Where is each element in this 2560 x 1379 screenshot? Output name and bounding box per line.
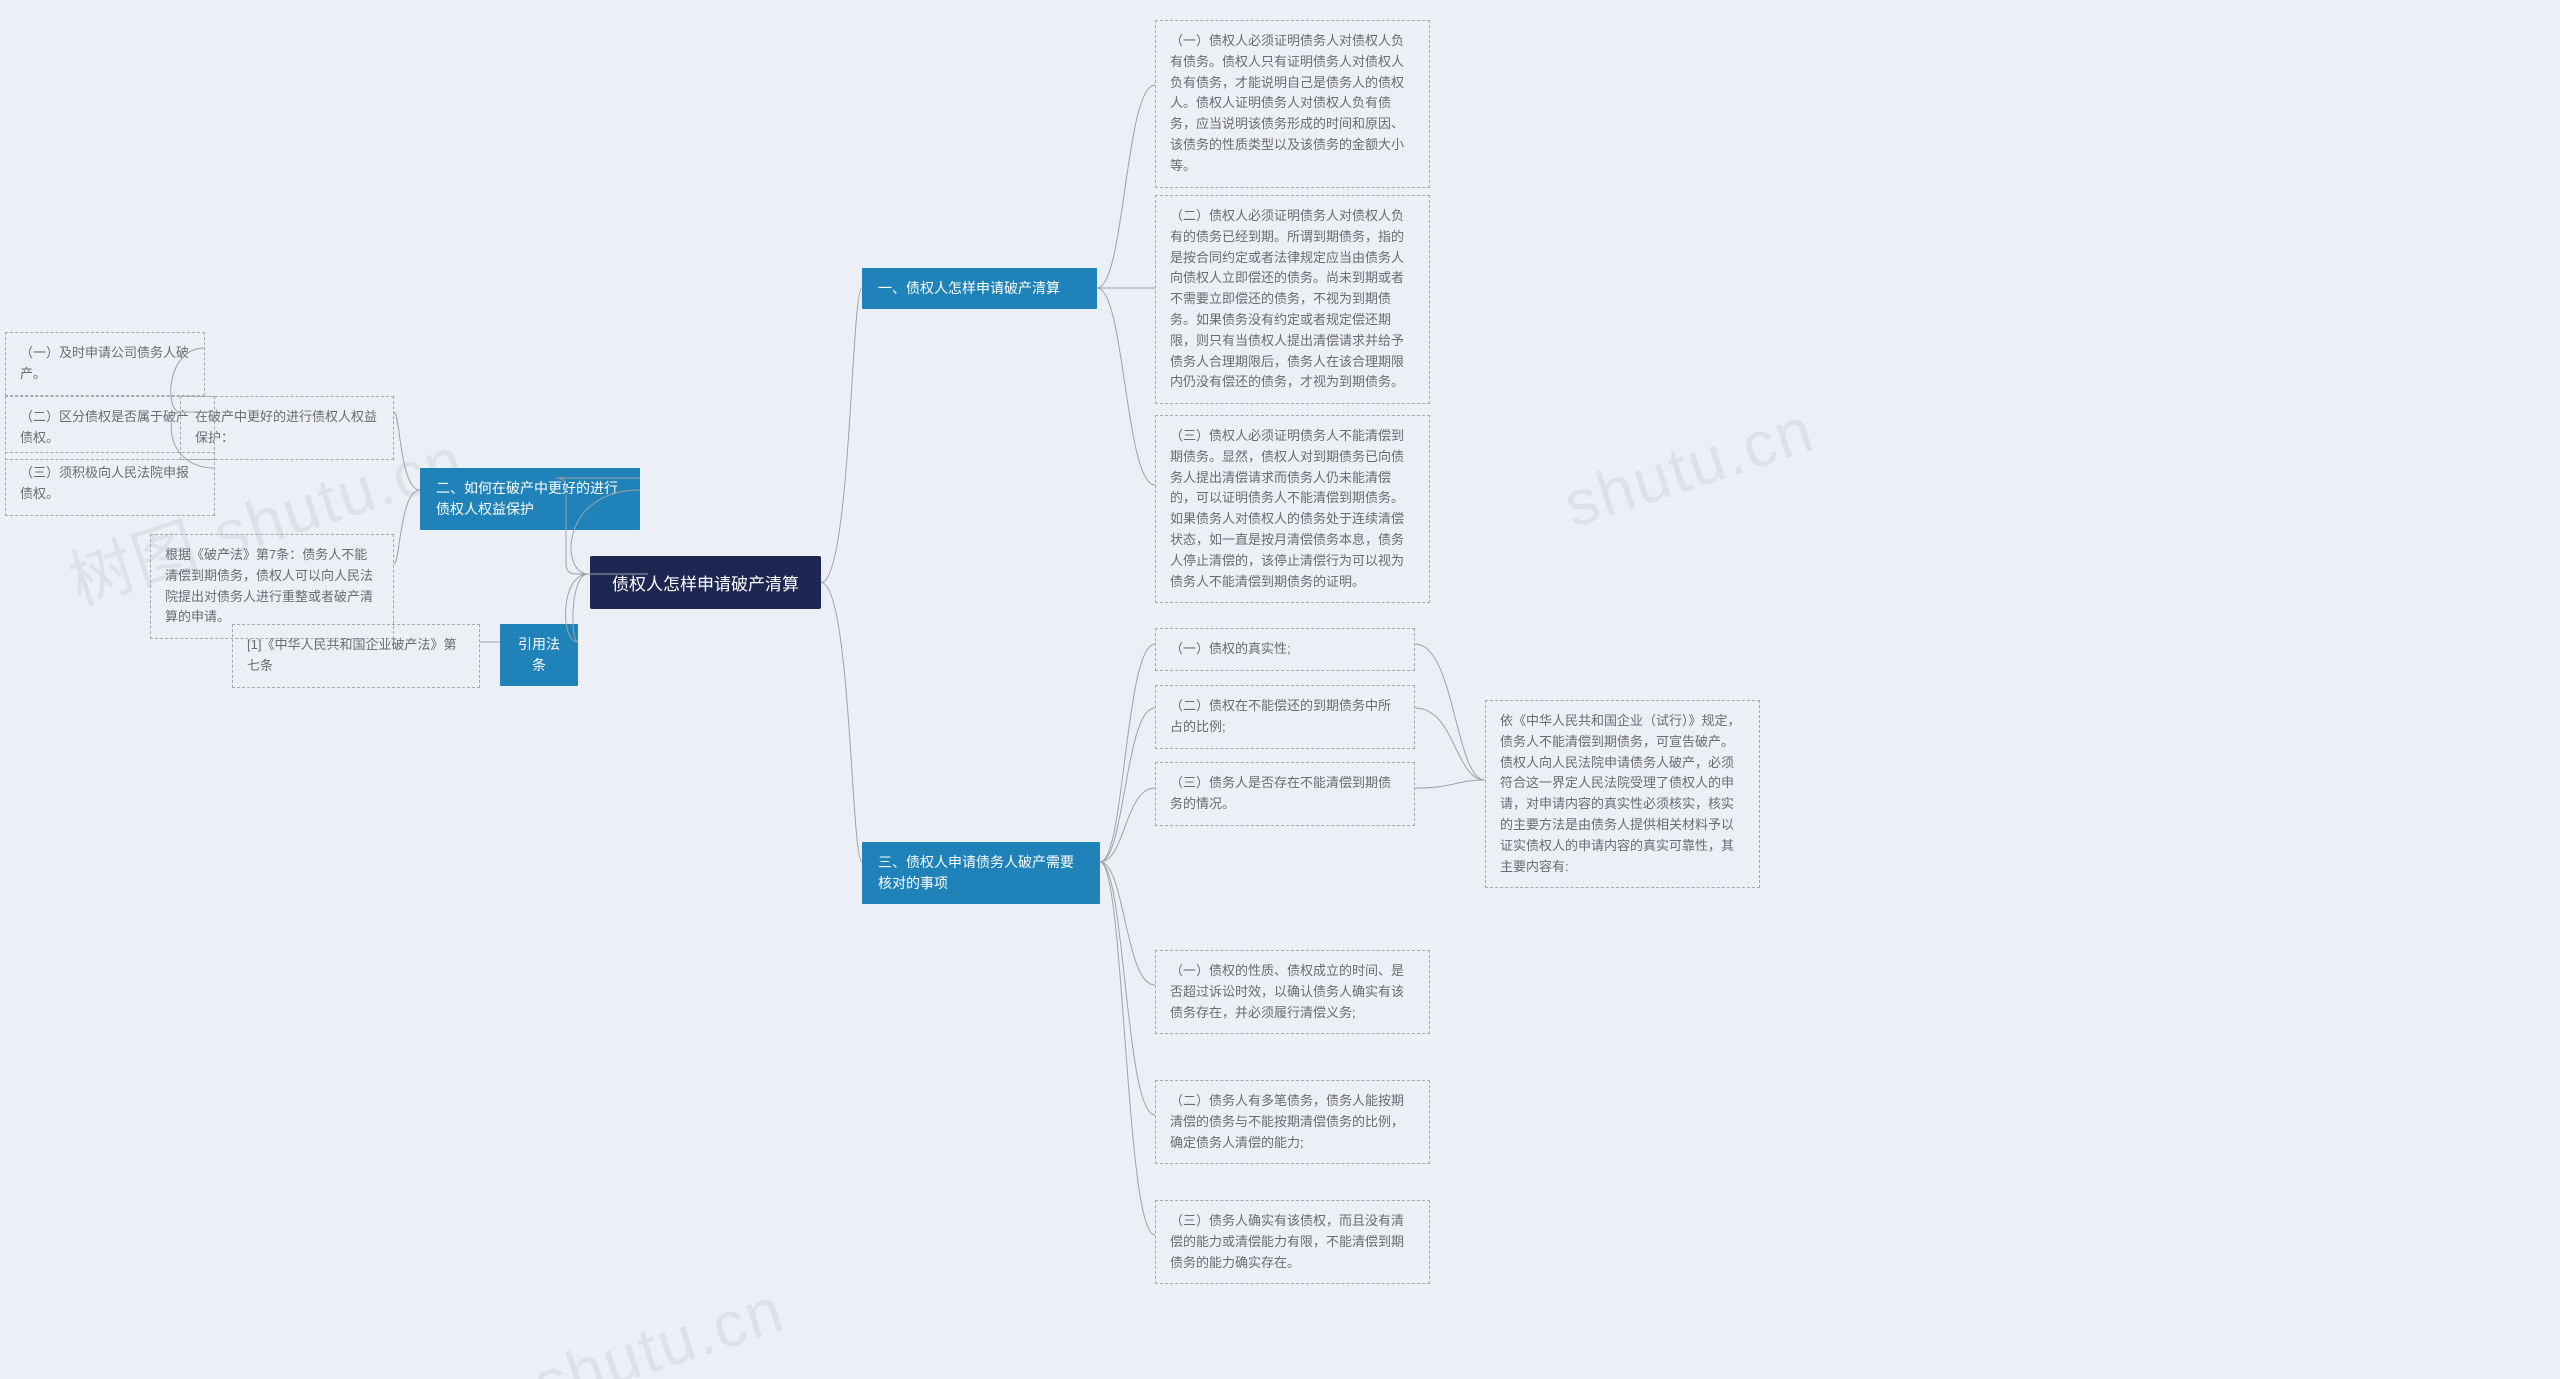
watermark: shutu.cn (525, 1272, 793, 1379)
leaf-b1-n2: （二）债权人必须证明债务人对债权人负有的债务已经到期。所谓到期债务，指的是按合同… (1155, 195, 1430, 404)
leaf-b1-n1: （一）债权人必须证明债务人对债权人负有债务。债权人只有证明债务人对债权人负有债务… (1155, 20, 1430, 188)
branch-section-1[interactable]: 一、债权人怎样申请破产清算 (862, 268, 1097, 309)
leaf-item: （一）及时申请公司债务人破产。 (5, 332, 205, 396)
branch-section-3[interactable]: 三、债权人申请债务人破产需要核对的事项 (862, 842, 1100, 904)
branch-section-2[interactable]: 二、如何在破产中更好的进行债权人权益保护 (420, 468, 640, 530)
leaf-item: （三）须积极向人民法院申报债权。 (5, 452, 215, 516)
watermark: shutu.cn (1555, 392, 1823, 542)
leaf-b3-c3: （三）债务人确实有该债权，而且没有清偿的能力或清偿能力有限，不能清偿到期债务的能… (1155, 1200, 1430, 1284)
leaf-b1-n3: （三）债权人必须证明债务人不能清偿到期债务。显然，债权人对到期债务已向债务人提出… (1155, 415, 1430, 603)
leaf-b3-s3: （三）债务人是否存在不能清偿到期债务的情况。 (1155, 762, 1415, 826)
leaf-b3-s2: （二）债权在不能偿还的到期债务中所占的比例; (1155, 685, 1415, 749)
branch-citation[interactable]: 引用法条 (500, 624, 578, 686)
root-node[interactable]: 债权人怎样申请破产清算 (590, 556, 821, 609)
leaf-b3-c1: （一）债权的性质、债权成立的时间、是否超过诉讼时效，以确认债务人确实有该债务存在… (1155, 950, 1430, 1034)
leaf-b3-c2: （二）债务人有多笔债务，债务人能按期清偿的债务与不能按期清偿债务的比例，确定债务… (1155, 1080, 1430, 1164)
leaf-b3-intro: 依《中华人民共和国企业（试行）》规定，债务人不能清偿到期债务，可宣告破产。债权人… (1485, 700, 1760, 888)
leaf-item: （二）区分债权是否属于破产债权。 (5, 396, 215, 460)
leaf-citation-ref: [1]《中华人民共和国企业破产法》第七条 (232, 624, 480, 688)
leaf-b3-s1: （一）债权的真实性; (1155, 628, 1415, 671)
